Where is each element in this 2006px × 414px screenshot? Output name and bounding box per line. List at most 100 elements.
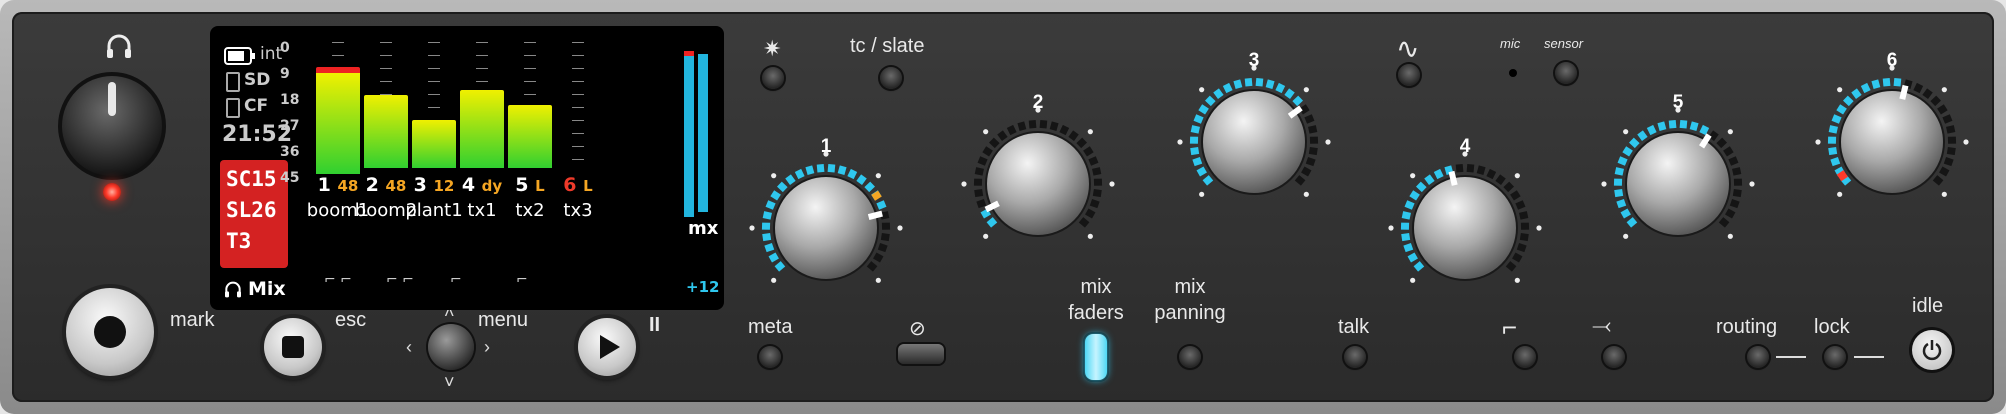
gain-ring-segment [1017, 121, 1027, 131]
gain-ring-segment [1202, 175, 1214, 186]
gain-knob-2[interactable]: 2 [958, 92, 1118, 262]
meter-tick [380, 68, 392, 69]
meter-tick [572, 146, 584, 147]
gain-ring-segment [1922, 88, 1933, 99]
gain-ring-segment [1401, 232, 1411, 242]
mix-panning-button[interactable] [1179, 346, 1201, 368]
channel-meter-bar [364, 95, 408, 168]
talk-button[interactable] [1344, 346, 1366, 368]
phase-button[interactable] [898, 344, 944, 364]
tc-slate-button[interactable] [880, 67, 902, 89]
routing-lock-divider [1776, 356, 1806, 358]
meta-button[interactable] [759, 346, 781, 368]
scale-tick-label: 45 [280, 170, 300, 186]
scale-dot [1199, 87, 1205, 93]
gain-ring-segment [1466, 163, 1475, 173]
scale-dot [749, 225, 755, 231]
gain-ring-segment [847, 168, 858, 180]
gain-ring-segment [1089, 198, 1100, 209]
gain-ring-segment [1942, 114, 1953, 124]
power-button[interactable] [1912, 330, 1952, 370]
knob-cap [1625, 131, 1731, 237]
gain-knob-5[interactable]: 5 [1598, 92, 1758, 262]
scale-dot [771, 173, 777, 179]
sensor-label: sensor [1544, 36, 1584, 51]
star-button[interactable] [762, 67, 784, 89]
gain-ring-segment [1842, 95, 1854, 107]
gain-ring-segment [1486, 168, 1497, 180]
stop-button[interactable] [264, 318, 322, 376]
gain-ring-segment [876, 200, 887, 210]
cf-card-label: CF [244, 96, 269, 116]
gain-ring-segment [1515, 200, 1526, 210]
scale-dot [1199, 191, 1205, 197]
gain-ring-segment [1679, 119, 1688, 129]
meter-tick [380, 81, 392, 82]
lock-label: lock [1814, 316, 1850, 338]
gain-ring-segment [1299, 104, 1310, 115]
gain-ring-segment [866, 261, 878, 272]
gain-knob-6[interactable]: 6 [1812, 50, 1972, 220]
menu-joystick[interactable] [428, 324, 474, 370]
gain-ring-segment [1233, 79, 1243, 89]
knob-cap [773, 175, 879, 281]
arrow-right-icon: › [484, 337, 490, 357]
gain-ring-segment [1308, 125, 1318, 134]
headphone-volume-knob[interactable] [56, 70, 168, 182]
gain-ring-segment [1304, 114, 1315, 124]
gain-ring-segment [1078, 217, 1090, 228]
gain-ring-segment [864, 181, 876, 193]
gain-ring-segment [1620, 208, 1631, 219]
knob-cap [1412, 175, 1518, 281]
gain-ring-segment [1076, 137, 1088, 149]
gain-ring-segment [1190, 146, 1200, 156]
lcd-display: int SD CF 21:52 SC15 SL26 T3 Mix 0 9 18 27 3… [210, 26, 724, 310]
gain-ring-segment [1404, 200, 1415, 210]
stop-icon [282, 336, 304, 358]
gain-ring-segment [1689, 121, 1699, 131]
tone-button[interactable] [1398, 64, 1420, 86]
gain-ring-segment [1516, 242, 1527, 253]
gain-ring-segment [977, 156, 988, 166]
play-button[interactable] [578, 318, 636, 376]
gain-ring-segment [1723, 146, 1734, 157]
meta-label: meta [748, 316, 793, 338]
routing-button[interactable] [1747, 346, 1769, 368]
gain-ring-segment [1275, 82, 1286, 94]
gain-ring-segment [1424, 174, 1435, 185]
gain-ring-segment [1083, 146, 1094, 157]
mix-faders-button[interactable] [1085, 334, 1107, 380]
gain-ring-segment [770, 190, 781, 201]
scale-dot [1837, 191, 1843, 197]
gain-ring-segment [1851, 88, 1862, 99]
lock-button[interactable] [1824, 346, 1846, 368]
scale-tick-label: 18 [280, 92, 300, 108]
gain-ring-segment [856, 174, 867, 185]
scale-dot [1035, 107, 1041, 113]
battery-icon [224, 47, 255, 65]
gain-ring-segment [1039, 119, 1048, 129]
take-number: T3 [226, 229, 252, 253]
gain-knob-1[interactable]: 1 [746, 136, 906, 306]
gain-ring-segment [1092, 188, 1102, 198]
arrow-down-icon: ˅ [444, 372, 455, 392]
hpf-button[interactable] [1514, 346, 1536, 368]
scale-dot [823, 151, 829, 157]
meter-tick [572, 68, 584, 69]
meter-tick [428, 42, 440, 43]
scale-dot [1727, 233, 1733, 239]
gain-knob-3[interactable]: 3 [1174, 50, 1334, 220]
limiter-button[interactable] [1603, 346, 1625, 368]
meter-tick [524, 81, 536, 82]
gain-ring-segment [1939, 166, 1950, 177]
gain-ring-segment [1828, 146, 1838, 156]
gain-knob-4[interactable]: 4 [1385, 136, 1545, 306]
routing-label: routing [1716, 316, 1778, 338]
record-button[interactable] [66, 288, 154, 376]
mic-label: mic [1500, 36, 1521, 51]
gain-ring-segment [1729, 198, 1740, 209]
scale-dot [1514, 173, 1520, 179]
limiter-icon: ⤙ [1592, 312, 1612, 339]
scale-dot [1536, 225, 1542, 231]
gain-ring-segment [827, 163, 836, 173]
